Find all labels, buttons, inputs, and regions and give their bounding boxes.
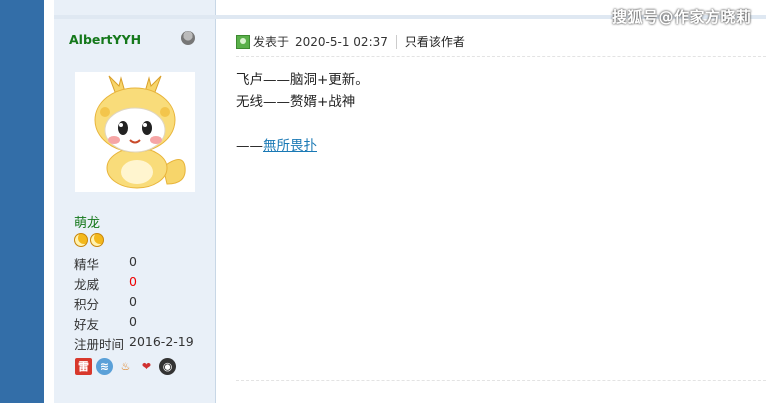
stat-label: 精华 <box>74 257 100 272</box>
rank-star-icon <box>90 233 104 247</box>
avatar[interactable] <box>75 72 195 192</box>
author-stats: 精华 0 龙威 0 积分 0 好友 0 注册时间 2016-2-19 <box>74 254 194 354</box>
post-date: 2020-5-1 02:37 <box>295 34 388 49</box>
stat-row-friends: 好友 0 <box>74 314 194 334</box>
stat-value[interactable]: 0 <box>129 294 137 314</box>
stat-label: 注册时间 <box>74 337 125 352</box>
stat-label: 积分 <box>74 297 100 312</box>
eye-medal-icon[interactable]: ◉ <box>159 358 176 375</box>
post-signature: ——無所畏扑 <box>236 135 369 157</box>
signature-prefix: —— <box>236 138 263 154</box>
post-header-divider <box>236 56 766 57</box>
stat-row-points: 积分 0 <box>74 294 194 314</box>
stat-row-digest: 精华 0 <box>74 254 194 274</box>
watermark: 搜狐号@作家方晓莉 <box>612 8 752 26</box>
stat-value[interactable]: 0 <box>129 314 137 334</box>
heart-medal-icon[interactable]: ❤ <box>138 358 155 375</box>
flame-medal-icon[interactable]: ♨ <box>117 358 134 375</box>
rank-stars <box>74 233 104 247</box>
wave-medal-icon[interactable]: ≋ <box>96 358 113 375</box>
page-left-border <box>0 0 44 403</box>
author-name-link[interactable]: AlbertYYH <box>69 32 141 47</box>
only-author-link[interactable]: 只看该作者 <box>405 33 465 50</box>
header-separator <box>395 34 397 49</box>
user-post-icon <box>236 34 250 49</box>
online-status-icon <box>181 31 195 45</box>
posted-label: 发表于 <box>253 35 290 49</box>
stat-row-register-date: 注册时间 2016-2-19 <box>74 334 194 354</box>
post-line: 飞卢——脑洞+更新。 <box>236 72 369 88</box>
page-gap <box>44 0 54 403</box>
post-footer-divider <box>236 380 766 381</box>
medal-icons: 雷 ≋ ♨ ❤ ◉ <box>75 358 176 375</box>
thunder-medal-icon[interactable]: 雷 <box>75 358 92 375</box>
dragon-avatar-image <box>94 75 186 189</box>
author-rank: 萌龙 <box>74 216 101 231</box>
post-content: 飞卢——脑洞+更新。 无线——赘婿+战神 ——無所畏扑 <box>236 69 369 157</box>
rank-star-icon <box>74 233 88 247</box>
stat-value: 0 <box>129 274 137 289</box>
stat-label: 龙威 <box>74 277 100 292</box>
stat-label: 好友 <box>74 317 100 332</box>
post-line: 无线——赘婿+战神 <box>236 94 356 110</box>
post-header: 发表于 2020-5-1 02:37 只看该作者 <box>236 33 465 50</box>
stat-value[interactable]: 0 <box>129 254 137 274</box>
stat-row-dragon-power: 龙威 0 <box>74 274 194 294</box>
signature-link[interactable]: 無所畏扑 <box>263 138 317 154</box>
stat-value: 2016-2-19 <box>129 334 194 349</box>
